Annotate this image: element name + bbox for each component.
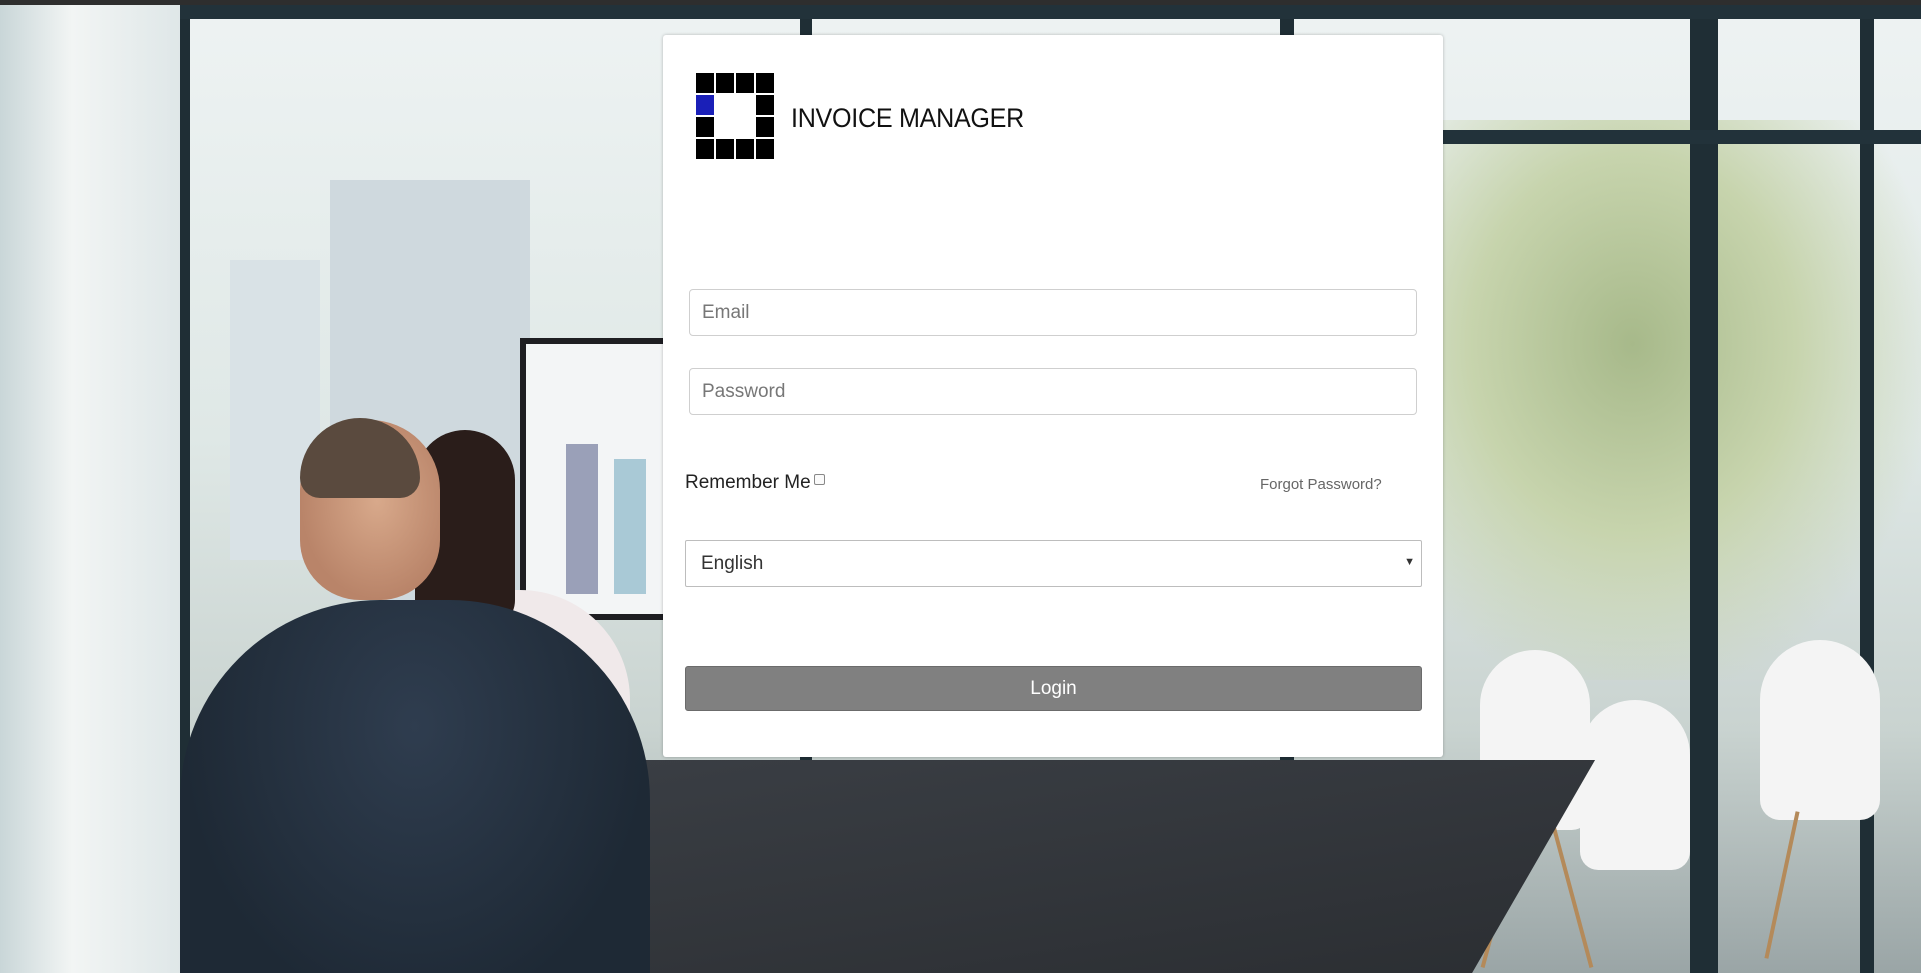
login-button[interactable]: Login [685,666,1422,711]
window-top-strip [0,0,1921,5]
login-card: INVOICE MANAGER Remember Me Forgot Passw… [663,35,1443,757]
grid-square-logo-icon [696,73,776,171]
chevron-down-icon: ▼ [1404,556,1415,568]
remember-me-label: Remember Me [685,472,811,493]
forgot-password-link[interactable]: Forgot Password? [1260,476,1382,493]
app-title: INVOICE MANAGER [791,103,1025,133]
password-field[interactable] [689,368,1417,415]
language-selected-value: English [701,552,764,574]
remember-me-checkbox[interactable] [813,474,825,485]
email-field[interactable] [689,289,1417,336]
remember-me-control[interactable]: Remember Me [685,472,825,494]
language-select[interactable]: English ▼ [685,540,1422,587]
